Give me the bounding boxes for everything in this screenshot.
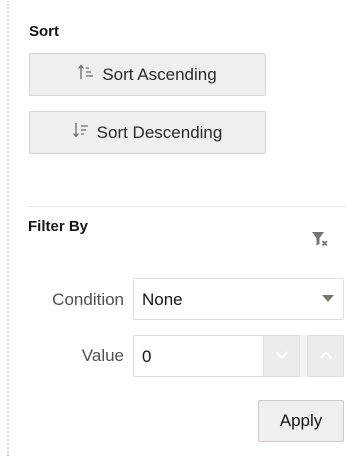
sort-filter-panel: Sort Sort Ascending Sort Descending Filt… bbox=[14, 0, 347, 459]
value-label: Value bbox=[81, 346, 124, 365]
chevron-down-icon bbox=[275, 347, 289, 365]
stepper-divider bbox=[300, 335, 307, 377]
condition-selected-value: None bbox=[142, 290, 183, 309]
sort-descending-icon bbox=[72, 122, 97, 143]
panel-left-border bbox=[7, 4, 9, 456]
sort-ascending-icon bbox=[78, 64, 102, 85]
condition-select[interactable]: None bbox=[133, 278, 344, 320]
value-input[interactable]: 0 bbox=[133, 335, 263, 377]
chevron-up-icon bbox=[319, 347, 333, 365]
sort-descending-label: Sort Descending bbox=[96, 122, 223, 142]
filter-section-title: Filter By bbox=[28, 218, 89, 235]
sort-ascending-label: Sort Ascending bbox=[102, 64, 217, 84]
sort-descending-button[interactable]: Sort Descending bbox=[29, 111, 266, 154]
apply-button[interactable]: Apply bbox=[258, 400, 344, 442]
sort-ascending-button[interactable]: Sort Ascending bbox=[29, 53, 266, 96]
increment-button[interactable] bbox=[307, 335, 344, 377]
clear-filter-icon bbox=[311, 231, 329, 252]
clear-filter-button[interactable] bbox=[308, 230, 332, 252]
sort-section-title: Sort bbox=[29, 23, 59, 40]
condition-label: Condition bbox=[52, 290, 124, 309]
decrement-button[interactable] bbox=[263, 335, 300, 377]
value-input-text: 0 bbox=[142, 347, 152, 366]
chevron-down-icon bbox=[322, 295, 334, 302]
section-divider bbox=[29, 206, 345, 207]
